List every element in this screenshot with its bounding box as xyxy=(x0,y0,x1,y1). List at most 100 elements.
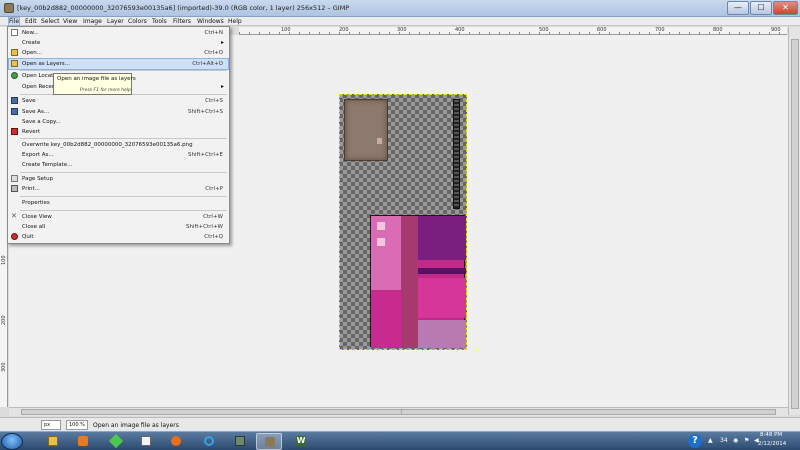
menu-filters[interactable]: Filters xyxy=(173,18,191,25)
menu-item-page-setup[interactable]: Page Setup xyxy=(9,174,228,184)
menu-layer[interactable]: Layer xyxy=(107,18,124,25)
ruler-tick: 100 xyxy=(281,27,291,33)
page-setup-icon xyxy=(11,175,18,182)
document-icon xyxy=(141,436,151,446)
ruler-tick: 800 xyxy=(713,27,723,33)
close-button[interactable]: ✕ xyxy=(773,1,798,15)
save-icon xyxy=(11,97,18,104)
menu-item-quit[interactable]: Quit Ctrl+Q xyxy=(9,232,228,242)
ruler-tick: 200 xyxy=(339,27,349,33)
menu-item-new[interactable]: New... Ctrl+N xyxy=(9,28,228,38)
zoom-select[interactable]: 100 % xyxy=(66,420,88,430)
menu-item-open-as-layers[interactable]: Open as Layers... Ctrl+Alt+O xyxy=(8,58,229,70)
title-bar: [key_00b2d882_00000000_32076593e00135a6]… xyxy=(0,0,800,17)
file-menu-dropdown: New... Ctrl+N Create ▸ Open... Ctrl+O Op… xyxy=(7,26,230,244)
submenu-arrow-icon: ▸ xyxy=(220,39,224,46)
ruler-tick: 600 xyxy=(597,27,607,33)
menu-tools[interactable]: Tools xyxy=(152,18,167,25)
menu-image[interactable]: Image xyxy=(83,18,102,25)
menu-item-print[interactable]: Print... Ctrl+P xyxy=(9,184,228,194)
tooltip-hint: Press F1 for more help xyxy=(80,88,131,93)
ruler-tick: 200 xyxy=(1,315,7,325)
diamond-icon xyxy=(108,433,124,449)
tray-count[interactable]: 34 xyxy=(720,437,728,444)
scroll-thumb[interactable] xyxy=(791,39,799,409)
ruler-tick: 400 xyxy=(455,27,465,33)
new-icon xyxy=(11,29,18,36)
unit-select[interactable]: px xyxy=(41,420,61,430)
taskbar-app-folder[interactable] xyxy=(40,433,66,450)
menu-select[interactable]: Select xyxy=(41,18,60,25)
save-as-icon xyxy=(11,108,18,115)
ruler-tick: 500 xyxy=(539,27,549,33)
horizontal-scrollbar[interactable]: ⋮ xyxy=(9,407,788,416)
menu-edit[interactable]: Edit xyxy=(25,18,37,25)
revert-icon xyxy=(11,128,18,135)
taskbar-app-word[interactable]: W xyxy=(288,433,314,450)
taskbar-app-sims[interactable] xyxy=(103,433,129,450)
gimp-icon xyxy=(265,437,275,447)
menu-view[interactable]: View xyxy=(63,18,77,25)
minimize-button[interactable]: — xyxy=(727,1,749,15)
grip-icon: ⋮ xyxy=(399,409,404,415)
media-player-icon xyxy=(78,436,88,446)
menu-file[interactable]: File xyxy=(7,17,21,26)
firefox-icon xyxy=(171,436,181,446)
menu-colors[interactable]: Colors xyxy=(128,18,147,25)
menu-help[interactable]: Help xyxy=(228,18,242,25)
clock-date[interactable]: 2/12/2014 xyxy=(758,441,786,447)
ruler-tick: 900 xyxy=(771,27,781,33)
texture-pink-block xyxy=(370,215,466,348)
flag-icon[interactable]: ⚑ xyxy=(744,437,749,444)
arrow-up-icon[interactable]: ▲ xyxy=(708,437,713,444)
app-icon xyxy=(235,436,245,446)
taskbar-app-tool[interactable] xyxy=(227,433,253,450)
menu-windows[interactable]: Windows xyxy=(197,18,224,25)
menu-item-save-as[interactable]: Save As... Shift+Ctrl+S xyxy=(9,107,228,117)
window-title: [key_00b2d882_00000000_32076593e00135a6]… xyxy=(17,4,350,12)
texture-brown-block xyxy=(344,99,388,161)
status-bar: px 100 % Open an image file as layers xyxy=(0,417,800,431)
internet-explorer-icon xyxy=(204,436,214,446)
menu-item-export-as[interactable]: Export As... Shift+Ctrl+E xyxy=(9,150,228,160)
quit-icon xyxy=(11,233,18,240)
maximize-button[interactable]: ☐ xyxy=(750,1,772,15)
taskbar-app-doc[interactable] xyxy=(133,433,159,450)
menu-item-overwrite[interactable]: Overwrite key_00b2d882_00000000_32076593… xyxy=(9,140,228,150)
texture-dark-bar xyxy=(453,99,460,209)
menu-item-save-copy[interactable]: Save a Copy... xyxy=(9,117,228,127)
open-layers-icon xyxy=(11,60,18,67)
open-icon xyxy=(11,49,18,56)
globe-icon xyxy=(11,72,18,79)
menu-item-create[interactable]: Create ▸ xyxy=(9,38,228,48)
word-icon: W xyxy=(296,436,306,446)
ruler-tick: 700 xyxy=(655,27,665,33)
menu-item-create-template[interactable]: Create Template... xyxy=(9,160,228,170)
submenu-arrow-icon: ▸ xyxy=(220,83,224,90)
taskbar-app-gimp[interactable] xyxy=(256,433,282,450)
taskbar: W ? ▲ 34 ◉ ⚑ ◀ xyxy=(0,431,800,450)
gimp-app-icon xyxy=(4,3,14,13)
help-icon[interactable]: ? xyxy=(688,434,702,448)
ruler-tick: 300 xyxy=(1,362,7,372)
menu-item-properties[interactable]: Properties xyxy=(9,198,228,208)
network-icon[interactable]: ◉ xyxy=(733,437,738,444)
menu-item-save[interactable]: Save Ctrl+S xyxy=(9,96,228,106)
menu-item-close-all[interactable]: Close all Shift+Ctrl+W xyxy=(9,222,228,232)
horizontal-ruler[interactable]: 100 200 300 400 500 600 700 800 900 xyxy=(239,27,787,35)
tooltip: Open an image file as layers Press F1 fo… xyxy=(53,73,136,95)
vertical-scrollbar[interactable] xyxy=(788,27,800,415)
taskbar-app-media[interactable] xyxy=(70,433,96,450)
taskbar-app-ie[interactable] xyxy=(196,433,222,450)
menu-item-revert[interactable]: Revert xyxy=(9,127,228,137)
ruler-tick: 100 xyxy=(1,255,7,265)
start-button[interactable] xyxy=(1,433,23,450)
taskbar-app-firefox[interactable] xyxy=(163,433,189,450)
menu-item-close-view[interactable]: ✕ Close View Ctrl+W xyxy=(9,212,228,222)
close-view-icon: ✕ xyxy=(11,212,17,220)
clock-time[interactable]: 8:48 PM xyxy=(760,432,782,438)
menu-item-open[interactable]: Open... Ctrl+O xyxy=(9,48,228,58)
menu-bar: File Edit Select View Image Layer Colors… xyxy=(0,17,800,26)
tooltip-text: Open an image file as layers xyxy=(57,76,136,82)
print-icon xyxy=(11,185,18,192)
